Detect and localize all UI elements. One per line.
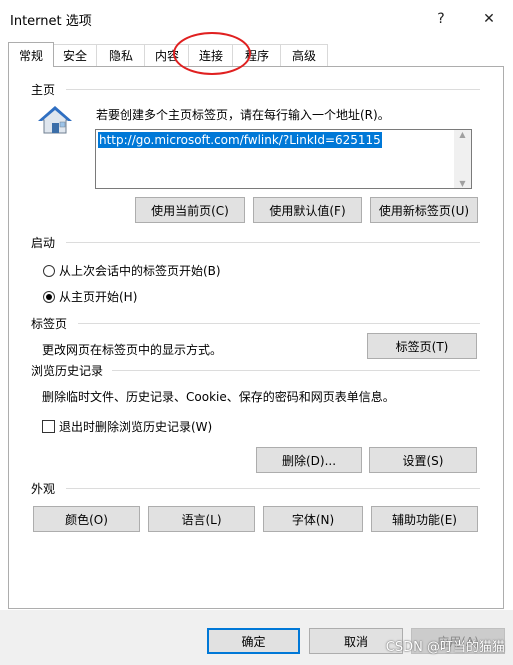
tab-privacy[interactable]: 隐私 (96, 44, 146, 66)
url-scrollbar[interactable]: ▲ ▼ (454, 130, 471, 188)
homepage-description: 若要创建多个主页标签页，请在每行输入一个地址(R)。 (96, 108, 390, 122)
watermark: CSDN @叮当的猫猫 (385, 640, 505, 655)
appearance-separator (66, 488, 480, 489)
tabs-description: 更改网页在标签页中的显示方式。 (42, 343, 223, 357)
delete-on-exit-option[interactable]: 退出时删除浏览历史记录(W) (42, 418, 212, 435)
tabs-settings-button[interactable]: 标签页(T) (367, 333, 477, 359)
highlight-circle (173, 32, 251, 75)
help-button[interactable]: ? (426, 6, 456, 32)
fonts-button[interactable]: 字体(N) (263, 506, 363, 532)
use-new-tab-button[interactable]: 使用新标签页(U) (370, 197, 478, 223)
radio-selected-dot (46, 293, 52, 300)
startup-option-last-session[interactable]: 从上次会话中的标签页开始(B) (43, 262, 221, 279)
startup-option-homepage[interactable]: 从主页开始(H) (43, 288, 137, 305)
homepage-separator (66, 89, 480, 90)
startup-option-label: 从主页开始(H) (59, 290, 138, 304)
use-default-button[interactable]: 使用默认值(F) (253, 197, 362, 223)
startup-group-label: 启动 (31, 236, 56, 250)
startup-separator (66, 242, 480, 243)
scroll-down-icon: ▼ (459, 179, 466, 188)
home-icon (38, 104, 72, 136)
appearance-group-label: 外观 (31, 482, 56, 496)
tab-bar: 常规 安全 隐私 内容 连接 程序 高级 (8, 42, 508, 67)
use-current-page-button[interactable]: 使用当前页(C) (135, 197, 245, 223)
accessibility-button[interactable]: 辅助功能(E) (371, 506, 478, 532)
radio-homepage[interactable] (43, 290, 55, 303)
homepage-group-label: 主页 (31, 83, 56, 97)
radio-last-session[interactable] (43, 264, 55, 277)
delete-on-exit-label: 退出时删除浏览历史记录(W) (59, 420, 213, 434)
history-separator (112, 370, 480, 371)
homepage-url-input[interactable]: http://go.microsoft.com/fwlink/?LinkId=6… (95, 129, 472, 189)
tabs-separator (78, 323, 480, 324)
window-title: Internet 选项 (10, 14, 92, 29)
tabs-group-label: 标签页 (31, 317, 68, 331)
ok-button[interactable]: 确定 (207, 628, 300, 654)
languages-button[interactable]: 语言(L) (148, 506, 255, 532)
startup-option-label: 从上次会话中的标签页开始(B) (59, 264, 221, 278)
tab-security[interactable]: 安全 (52, 44, 98, 66)
delete-history-button[interactable]: 删除(D)... (256, 447, 362, 473)
delete-on-exit-checkbox[interactable] (42, 420, 55, 433)
close-button[interactable]: ✕ (474, 6, 504, 32)
close-icon: ✕ (483, 11, 495, 27)
tab-advanced[interactable]: 高级 (280, 44, 328, 66)
colors-button[interactable]: 颜色(O) (33, 506, 140, 532)
scroll-up-icon: ▲ (459, 130, 466, 139)
tab-general[interactable]: 常规 (8, 42, 54, 67)
history-settings-button[interactable]: 设置(S) (369, 447, 477, 473)
history-group-label: 浏览历史记录 (31, 364, 104, 378)
history-description: 删除临时文件、历史记录、Cookie、保存的密码和网页表单信息。 (42, 390, 395, 404)
homepage-url-text: http://go.microsoft.com/fwlink/?LinkId=6… (98, 132, 382, 148)
